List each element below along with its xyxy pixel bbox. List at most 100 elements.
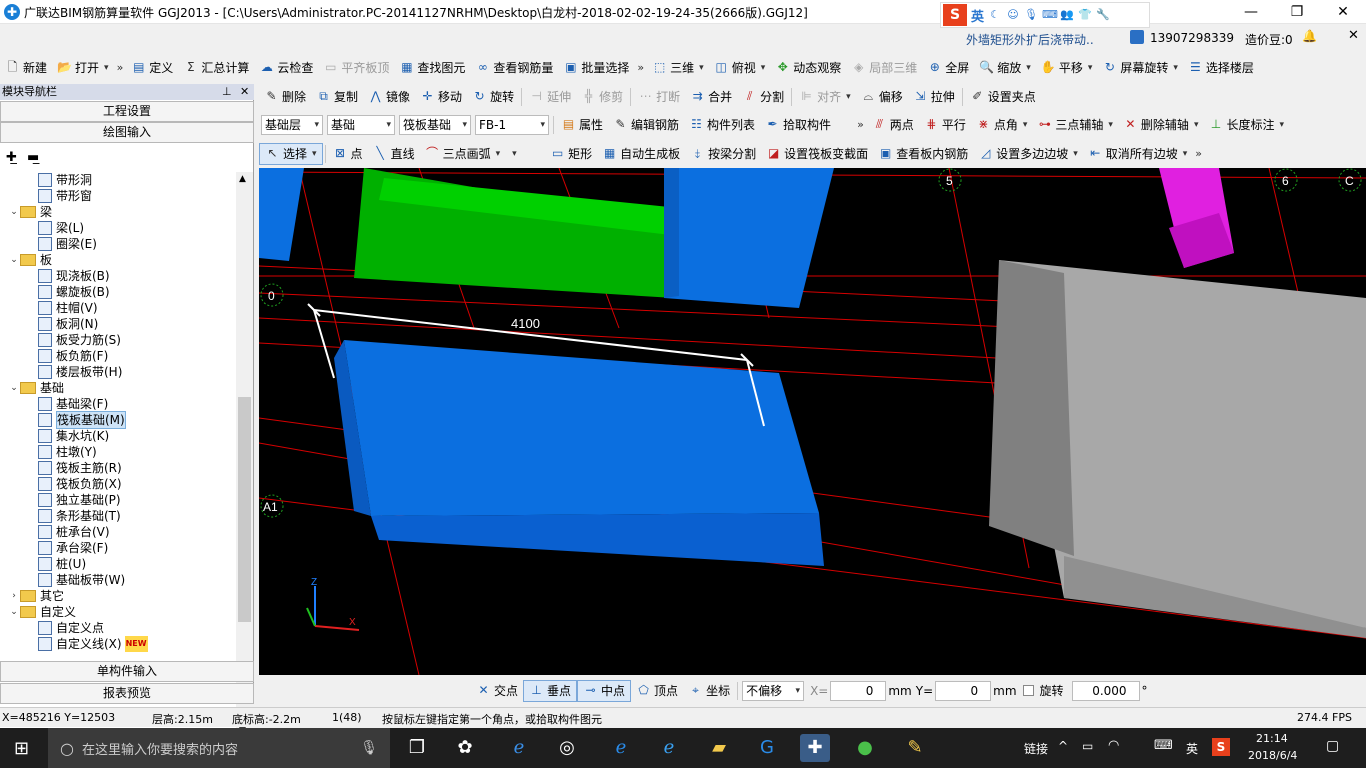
pan-button[interactable]: ✋ 平移 xyxy=(1036,57,1098,79)
tree-item[interactable]: 条形基础(T) xyxy=(0,508,236,524)
tree-item[interactable]: 自定义点 xyxy=(0,620,236,636)
snap-intersect-button[interactable]: ✕ 交点 xyxy=(471,680,523,702)
pin-icon[interactable]: ⊥ xyxy=(222,84,232,100)
ribbon-close-icon[interactable]: ✕ xyxy=(1348,28,1359,43)
taskbar-search[interactable]: ○ 在这里输入你要搜索的内容 🎙 xyxy=(48,728,390,768)
x-input[interactable]: 0 xyxy=(830,680,887,701)
snap-coordinate-button[interactable]: ⌖ 坐标 xyxy=(683,680,735,702)
variable-section-button[interactable]: ◪ 设置筏板变截面 xyxy=(761,143,873,165)
zoom-button[interactable]: 🔍 缩放 xyxy=(974,57,1036,79)
ie-alt-icon[interactable]: ℯ xyxy=(654,734,684,762)
copy-button[interactable]: ⧉ 复制 xyxy=(311,86,363,108)
line-button[interactable]: ╲ 直线 xyxy=(368,143,420,165)
tree-item[interactable]: 筏板基础(M) xyxy=(0,411,236,429)
y-input[interactable]: 0 xyxy=(935,680,992,701)
tree-item[interactable]: 螺旋板(B) xyxy=(0,284,236,300)
rotate-input[interactable]: 0.000 xyxy=(1071,680,1140,701)
collapse-icon[interactable]: ⌄ xyxy=(8,204,20,220)
rebar-qty-button[interactable]: ∞ 查看钢筋量 xyxy=(470,57,558,79)
overflow-icon[interactable]: » xyxy=(1192,147,1205,160)
file-explorer-icon[interactable]: ▰ xyxy=(704,734,734,762)
shirt-icon[interactable]: 👕 xyxy=(1078,8,1092,22)
axis-bubble-c[interactable]: C xyxy=(1338,168,1362,192)
notice-link[interactable]: 外墙矩形外扩后浇带动.. xyxy=(966,31,1094,48)
keyboard-icon[interactable]: ⌨ xyxy=(1154,738,1173,753)
define-button[interactable]: ▤ 定义 xyxy=(126,57,178,79)
mirror-button[interactable]: ⋀ 镜像 xyxy=(363,86,415,108)
overflow-icon[interactable]: » xyxy=(114,61,127,74)
ime-toolbar[interactable]: S 英 ☾ ☺ 🎙 ⌨ 👥 👕 🔧 xyxy=(940,2,1150,28)
new-button[interactable]: 🗋 新建 xyxy=(0,57,52,79)
tree-item[interactable]: 筏板负筋(X) xyxy=(0,476,236,492)
select-button[interactable]: ↖ 选择 xyxy=(259,142,323,165)
clock-date[interactable]: 2018/6/4 xyxy=(1248,749,1297,762)
tree-item[interactable]: ⌄ 板 xyxy=(0,252,236,268)
microphone-icon[interactable]: 🎙 xyxy=(360,740,378,756)
three-point-axis-button[interactable]: ⊶ 三点辅轴 xyxy=(1032,114,1118,136)
tree-item[interactable]: 楼层板带(H) xyxy=(0,364,236,380)
tree-item[interactable]: 带形洞 xyxy=(0,172,236,188)
tray-link[interactable]: 链接 xyxy=(1024,740,1048,757)
point-angle-button[interactable]: ⋇ 点角 xyxy=(971,114,1033,136)
arc-button[interactable]: ⌒ 三点画弧 xyxy=(420,143,506,165)
snap-vertex-button[interactable]: ⬠ 顶点 xyxy=(631,680,683,702)
find-button[interactable]: ▦ 查找图元 xyxy=(394,57,470,79)
tree-item[interactable]: 筏板主筋(R) xyxy=(0,460,236,476)
project-settings-button[interactable]: 工程设置 xyxy=(0,101,254,122)
floor-select[interactable]: 基础层 xyxy=(261,114,323,135)
auto-slab-button[interactable]: ▦ 自动生成板 xyxy=(597,143,685,165)
tree-item[interactable]: ⌄ 基础 xyxy=(0,380,236,396)
category-select[interactable]: 基础 xyxy=(327,114,395,135)
scrollbar-thumb[interactable] xyxy=(238,397,251,622)
sogou-logo-icon[interactable]: S xyxy=(943,4,967,26)
fullscreen-button[interactable]: ⊕ 全屏 xyxy=(922,57,974,79)
drawing-input-button[interactable]: 绘图输入 xyxy=(0,122,254,143)
tree-item[interactable]: 基础梁(F) xyxy=(0,396,236,412)
delete-button[interactable]: ✎ 删除 xyxy=(259,86,311,108)
point-button[interactable]: ⊠ 点 xyxy=(328,143,368,165)
viewport-canvas[interactable]: 4100 0 A1 5 6 C Z X xyxy=(259,168,1366,675)
offset-button[interactable]: ⌓ 偏移 xyxy=(856,86,908,108)
moon-icon[interactable]: ☾ xyxy=(988,8,1002,22)
local-3d-button[interactable]: ◈ 局部三维 xyxy=(846,57,922,79)
battery-icon[interactable]: ▭ xyxy=(1082,739,1093,753)
tree-item[interactable]: 桩承台(V) xyxy=(0,524,236,540)
pinwheel-app-icon[interactable]: ✿ xyxy=(450,734,480,762)
tree-item[interactable]: 承台梁(F) xyxy=(0,540,236,556)
edit-rebar-button[interactable]: ✎ 编辑钢筋 xyxy=(608,114,684,136)
align-button[interactable]: ⊫ 对齐 xyxy=(794,86,856,108)
ie-browser-icon[interactable]: ℯ xyxy=(504,734,534,762)
windows-start-icon[interactable]: ⊞ xyxy=(14,738,29,759)
length-dim-button[interactable]: ⊥ 长度标注 xyxy=(1203,114,1289,136)
sogou-tray-icon[interactable]: S xyxy=(1212,738,1230,756)
tree-item[interactable]: ⌄ 梁 xyxy=(0,204,236,220)
drawing-viewport[interactable]: 4100 0 A1 5 6 C Z X xyxy=(259,168,1366,675)
cloud-check-button[interactable]: ☁ 云检查 xyxy=(254,57,318,79)
expand-all-icon[interactable]: ✚̲ xyxy=(6,150,17,165)
properties-button[interactable]: ▤ 属性 xyxy=(556,114,608,136)
pick-component-button[interactable]: ✒ 拾取构件 xyxy=(760,114,836,136)
view-slab-rebar-button[interactable]: ▣ 查看板内钢筋 xyxy=(873,143,973,165)
scroll-up-icon[interactable]: ▲ xyxy=(239,174,246,184)
offset-select[interactable]: 不偏移 xyxy=(742,680,805,701)
trim-button[interactable]: ╬ 修剪 xyxy=(576,86,628,108)
top-view-button[interactable]: ◫ 俯视 xyxy=(709,57,771,79)
green-app-icon[interactable]: ● xyxy=(850,734,880,762)
break-button[interactable]: ⋯ 打断 xyxy=(633,86,685,108)
tree-item[interactable]: 基础板带(W) xyxy=(0,572,236,588)
blue-column[interactable] xyxy=(664,168,834,308)
tree-item[interactable]: 柱帽(V) xyxy=(0,300,236,316)
microphone-icon[interactable]: 🎙 xyxy=(1024,8,1038,22)
parallel-button[interactable]: ⋕ 平行 xyxy=(919,114,971,136)
rotate-checkbox[interactable] xyxy=(1022,685,1034,696)
expand-icon[interactable]: › xyxy=(8,588,20,604)
move-button[interactable]: ✛ 移动 xyxy=(415,86,467,108)
tray-chevron-icon[interactable]: ^ xyxy=(1058,739,1068,753)
ime-language[interactable]: 英 xyxy=(971,6,984,25)
overflow-icon[interactable]: » xyxy=(854,118,867,131)
calculate-button[interactable]: Σ 汇总计算 xyxy=(178,57,254,79)
single-component-button[interactable]: 单构件输入 xyxy=(0,661,254,682)
overflow-icon[interactable]: » xyxy=(634,61,647,74)
tray-language[interactable]: 英 xyxy=(1186,740,1198,757)
wifi-icon[interactable]: ◠ xyxy=(1108,738,1119,753)
